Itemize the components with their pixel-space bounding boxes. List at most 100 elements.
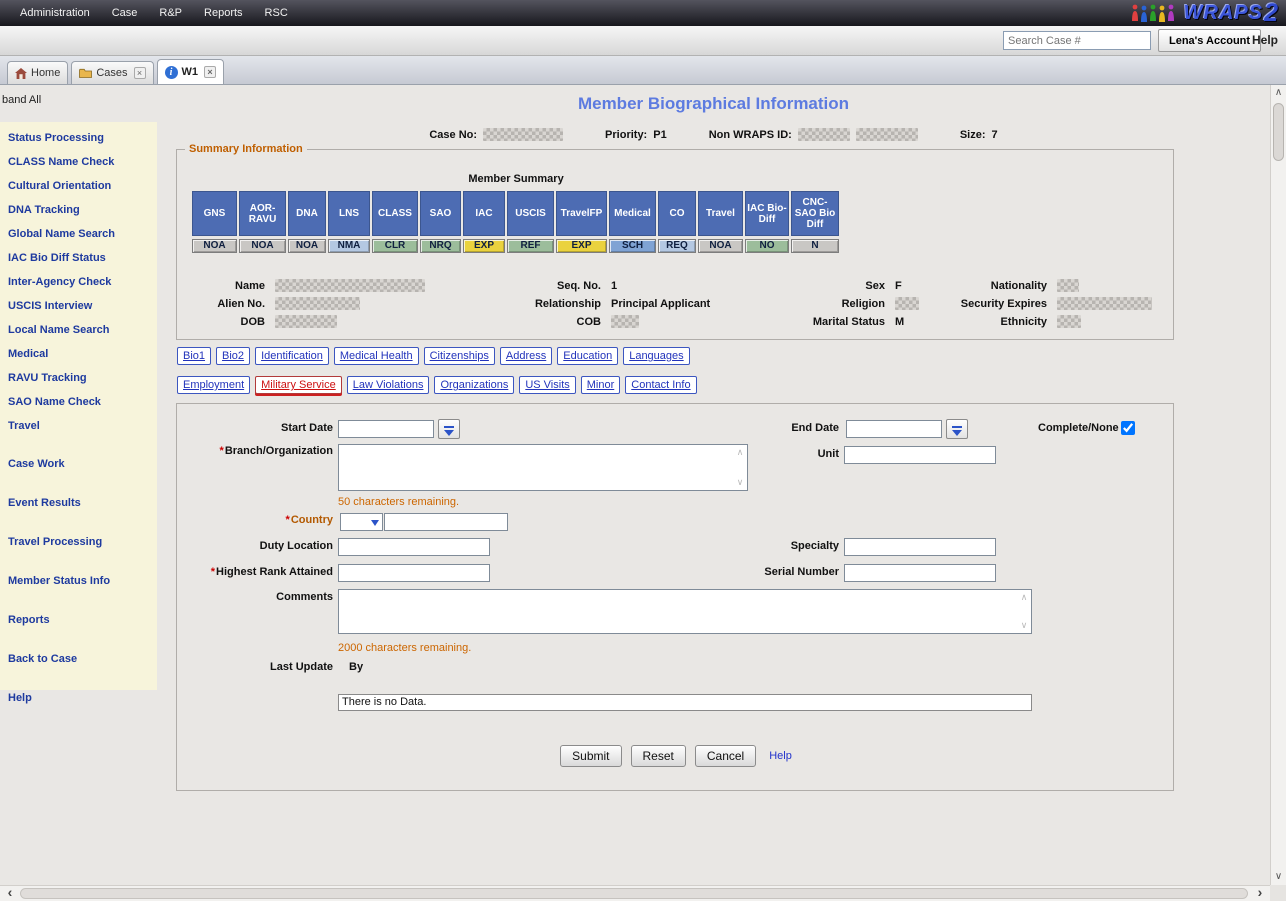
sidebar-item-local-name-search[interactable]: Local Name Search — [8, 324, 153, 336]
tab-education[interactable]: Education — [557, 347, 618, 365]
scroll-right-icon[interactable] — [1252, 886, 1268, 901]
specialty-input[interactable] — [844, 538, 996, 556]
scroll-down-icon[interactable] — [1271, 869, 1286, 885]
unit-input[interactable] — [844, 446, 996, 464]
serial-number-input[interactable] — [844, 564, 996, 582]
close-icon[interactable]: × — [204, 66, 216, 78]
ethnicity-label: Ethnicity — [955, 316, 1047, 328]
sidebar-item-status-processing[interactable]: Status Processing — [8, 132, 153, 144]
country-select[interactable] — [340, 513, 383, 531]
search-case-input[interactable] — [1003, 31, 1151, 50]
sidebar-item-dna-tracking[interactable]: DNA Tracking — [8, 204, 153, 216]
menu-rp[interactable]: R&P — [148, 7, 193, 19]
summary-column: CNC-SAO Bio DiffN — [791, 191, 839, 253]
close-icon[interactable]: × — [134, 67, 146, 79]
sidebar-item-uscis-interview[interactable]: USCIS Interview — [8, 300, 153, 312]
sidebar-item-reports[interactable]: Reports — [8, 614, 153, 626]
sidebar-item-ravu-tracking[interactable]: RAVU Tracking — [8, 372, 153, 384]
comments-textarea[interactable] — [338, 589, 1032, 634]
submit-button[interactable]: Submit — [560, 745, 621, 767]
tab-home[interactable]: Home — [7, 61, 68, 84]
expand-all-link[interactable]: band All — [2, 94, 41, 106]
wraps-app-window: Administration Case R&P Reports RSC WRAP… — [0, 0, 1286, 901]
sidebar-item-inter-agency-check[interactable]: Inter-Agency Check — [8, 276, 153, 288]
end-date-calendar-button[interactable] — [946, 419, 968, 439]
name-value — [275, 279, 501, 292]
sidebar-item-back-to-case[interactable]: Back to Case — [8, 653, 153, 665]
comments-remaining-text: 2000 characters remaining. — [338, 642, 471, 654]
case-info-bar: Case No: Priority: P1 Non WRAPS ID: Size… — [157, 128, 1270, 141]
marital-status-label: Marital Status — [775, 316, 885, 328]
bio-tabs-row2: Employment Military Service Law Violatio… — [177, 376, 697, 394]
menu-rsc[interactable]: RSC — [254, 7, 299, 19]
sidebar-item-event-results[interactable]: Event Results — [8, 497, 153, 509]
tab-citizenships[interactable]: Citizenships — [424, 347, 495, 365]
cob-value — [611, 315, 765, 328]
start-date-input[interactable] — [338, 420, 434, 438]
complete-none-checkbox[interactable] — [1121, 421, 1135, 435]
dob-label: DOB — [191, 316, 265, 328]
sidebar-item-travel[interactable]: Travel — [8, 420, 153, 432]
redacted-case-no — [483, 128, 563, 141]
tab-medical-health[interactable]: Medical Health — [334, 347, 419, 365]
scroll-up-icon[interactable] — [1271, 85, 1286, 101]
summary-column-header: CO — [658, 191, 696, 236]
sidebar-item-medical[interactable]: Medical — [8, 348, 153, 360]
sidebar-item-cultural-orientation[interactable]: Cultural Orientation — [8, 180, 153, 192]
tab-employment[interactable]: Employment — [177, 376, 250, 394]
alien-no-label: Alien No. — [191, 298, 265, 310]
tab-organizations[interactable]: Organizations — [434, 376, 514, 394]
tab-us-visits[interactable]: US Visits — [519, 376, 575, 394]
sidebar-item-help[interactable]: Help — [8, 692, 153, 704]
tab-law-violations[interactable]: Law Violations — [347, 376, 430, 394]
duty-location-input[interactable] — [338, 538, 490, 556]
end-date-input[interactable] — [846, 420, 942, 438]
tab-languages[interactable]: Languages — [623, 347, 689, 365]
sidebar-item-travel-processing[interactable]: Travel Processing — [8, 536, 153, 548]
sidebar-item-member-status-info[interactable]: Member Status Info — [8, 575, 153, 587]
sidebar-item-sao-name-check[interactable]: SAO Name Check — [8, 396, 153, 408]
seq-no-label: Seq. No. — [511, 280, 601, 292]
status-badge: REF — [507, 239, 554, 253]
scroll-left-icon[interactable] — [2, 886, 18, 901]
branch-remaining-text: 50 characters remaining. — [338, 496, 459, 508]
menu-administration[interactable]: Administration — [9, 7, 101, 19]
horizontal-scroll-thumb[interactable] — [20, 888, 1248, 899]
summary-column: COREQ — [658, 191, 696, 253]
summary-column-header: SAO — [420, 191, 461, 236]
horizontal-scrollbar[interactable] — [0, 885, 1270, 901]
menu-case[interactable]: Case — [101, 7, 149, 19]
religion-label: Religion — [775, 298, 885, 310]
size-label: Size: — [960, 129, 986, 141]
country-input[interactable] — [384, 513, 508, 531]
tab-w1[interactable]: W1 × — [157, 59, 225, 84]
tab-contact-info[interactable]: Contact Info — [625, 376, 696, 394]
menu-reports[interactable]: Reports — [193, 7, 254, 19]
reset-button[interactable]: Reset — [631, 745, 686, 767]
tab-identification[interactable]: Identification — [255, 347, 329, 365]
tab-bio1[interactable]: Bio1 — [177, 347, 211, 365]
cancel-button[interactable]: Cancel — [695, 745, 756, 767]
member-details: Name Seq. No. 1 Sex F Nationality Alien … — [191, 279, 1161, 328]
account-button[interactable]: Lena's Account — [1158, 29, 1261, 52]
form-help-link[interactable]: Help — [769, 750, 792, 762]
highest-rank-input[interactable] — [338, 564, 490, 582]
summary-column: GNSNOA — [192, 191, 237, 253]
vertical-scrollbar[interactable] — [1270, 85, 1286, 885]
tab-cases[interactable]: Cases × — [71, 61, 153, 84]
relationship-label: Relationship — [511, 298, 601, 310]
logo-wraps-text: WRAPS — [1184, 2, 1263, 25]
tab-address[interactable]: Address — [500, 347, 552, 365]
start-date-calendar-button[interactable] — [438, 419, 460, 439]
tab-military-service[interactable]: Military Service — [255, 376, 342, 394]
help-button[interactable]: Help — [1252, 33, 1278, 47]
sidebar-item-global-name-search[interactable]: Global Name Search — [8, 228, 153, 240]
tab-bio2[interactable]: Bio2 — [216, 347, 250, 365]
tab-minor[interactable]: Minor — [581, 376, 621, 394]
sidebar-item-case-work[interactable]: Case Work — [8, 458, 153, 470]
vertical-scroll-thumb[interactable] — [1273, 103, 1284, 161]
name-label: Name — [191, 280, 265, 292]
redacted-security-expires — [1057, 297, 1152, 310]
sidebar-item-iac-bio-diff-status[interactable]: IAC Bio Diff Status — [8, 252, 153, 264]
sidebar-item-class-name-check[interactable]: CLASS Name Check — [8, 156, 153, 168]
